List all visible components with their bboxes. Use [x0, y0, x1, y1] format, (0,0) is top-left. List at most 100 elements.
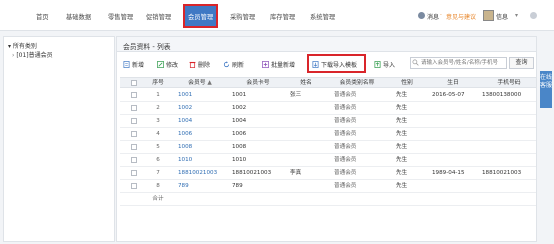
col-member-no[interactable]: 会员号 ▲ — [172, 78, 228, 88]
cell-member-no[interactable]: 18810021003 — [178, 167, 228, 179]
cell-gender: 先生 — [396, 118, 408, 124]
online-service-tab[interactable]: 在线客服 — [540, 71, 552, 108]
cell-gender: 先生 — [396, 183, 408, 189]
refresh-label: 刷新 — [232, 62, 245, 69]
download-template-highlight — [307, 54, 366, 73]
cell-name: 李真 — [290, 170, 302, 176]
cell-member-no[interactable]: 1004 — [178, 115, 228, 127]
sort-asc-icon: ▲ — [207, 80, 212, 86]
col-seq: 序号 — [152, 80, 164, 86]
new-label: 新增 — [132, 62, 145, 69]
table-row[interactable]: 7 18810021003 18810021003 李真 普通会员 先生 1989-04-1… — [120, 167, 536, 180]
nav-item-home[interactable]: 首页 — [36, 12, 49, 21]
table-row[interactable]: 6 1010 1010 普通会员 先生 — [120, 154, 536, 167]
member-list-panel: 会员资料 - 列表 新增 修改 删除 刷新 批量新增 下载导入模板 导入 请输入… — [116, 36, 537, 242]
new-button[interactable]: 新增 — [123, 59, 144, 70]
message-link[interactable]: 消息 — [427, 12, 439, 21]
row-checkbox[interactable] — [131, 157, 137, 163]
nav-item-purchase[interactable]: 采购管理 — [230, 12, 255, 21]
cell-birthday: 1989-04-15 — [432, 170, 465, 176]
cell-birthday: 2016-05-07 — [432, 92, 465, 98]
tree-item-regular-member[interactable]: › [01]普通会员 — [12, 50, 53, 59]
feedback-link[interactable]: 意见与建议 — [446, 12, 476, 21]
search-input[interactable] — [410, 57, 507, 69]
refresh-icon — [223, 61, 230, 68]
nav-item-retail[interactable]: 零售管理 — [108, 12, 133, 21]
cell-gender: 先生 — [396, 170, 408, 176]
panel-title: 会员资料 - 列表 — [123, 43, 171, 51]
cell-card-no: 18810021003 — [232, 170, 272, 176]
panel-header: 会员资料 - 列表 — [117, 37, 536, 52]
cell-gender: 先生 — [396, 105, 408, 111]
delete-label: 删除 — [198, 62, 211, 69]
cell-card-no: 1004 — [232, 118, 247, 124]
tree-root[interactable]: ▾ 所有类别 — [8, 41, 37, 50]
cell-category: 普通会员 — [334, 183, 357, 189]
search-icon — [412, 59, 419, 66]
refresh-button[interactable]: 刷新 — [223, 59, 244, 70]
cell-card-no: 789 — [232, 183, 243, 189]
import-label: 导入 — [383, 62, 396, 69]
user-menu-label[interactable]: 信息 — [496, 12, 508, 21]
cell-phone: 13800138000 — [482, 92, 522, 98]
top-nav-bar: 首页 基础数据 零售管理 促销管理 会员管理 采购管理 库存管理 系统管理 消息… — [0, 0, 554, 31]
import-button[interactable]: 导入 — [374, 59, 395, 70]
power-icon[interactable] — [530, 12, 537, 19]
cell-category: 普通会员 — [334, 157, 357, 163]
edit-icon — [157, 61, 164, 68]
cell-gender: 先生 — [396, 92, 408, 98]
row-checkbox[interactable] — [131, 92, 137, 98]
app-window: 首页 基础数据 零售管理 促销管理 会员管理 采购管理 库存管理 系统管理 消息… — [0, 0, 554, 244]
bell-icon[interactable] — [418, 12, 425, 19]
avatar[interactable] — [483, 10, 494, 21]
cell-gender: 先生 — [396, 157, 408, 163]
cell-member-no[interactable]: 789 — [178, 180, 228, 192]
row-checkbox[interactable] — [131, 131, 137, 137]
cell-seq: 7 — [156, 170, 160, 176]
cell-card-no: 1010 — [232, 157, 247, 163]
cell-seq: 3 — [156, 118, 160, 124]
cell-member-no[interactable]: 1008 — [178, 141, 228, 153]
edit-button[interactable]: 修改 — [157, 59, 178, 70]
table-row[interactable]: 1 1001 1001 张三 普通会员 先生 2016-05-07 13800138000 — [120, 89, 536, 102]
col-birthday: 生日 — [447, 80, 459, 86]
total-label: 合计 — [152, 196, 164, 202]
tree-item-label: [01]普通会员 — [16, 52, 53, 59]
nav-item-base-data[interactable]: 基础数据 — [66, 12, 91, 21]
cell-member-no[interactable]: 1001 — [178, 89, 228, 101]
delete-button[interactable]: 删除 — [189, 59, 210, 70]
table-row[interactable]: 3 1004 1004 普通会员 先生 — [120, 115, 536, 128]
nav-item-promotion[interactable]: 促销管理 — [146, 12, 171, 21]
cell-category: 普通会员 — [334, 144, 357, 150]
table-row[interactable]: 8 789 789 普通会员 先生 — [120, 180, 536, 193]
cell-phone: 18810021003 — [482, 170, 522, 176]
nav-item-system[interactable]: 系统管理 — [310, 12, 335, 21]
table-row[interactable]: 2 1002 1002 普通会员 先生 — [120, 102, 536, 115]
cell-member-no[interactable]: 1006 — [178, 128, 228, 140]
cell-seq: 5 — [156, 144, 160, 150]
nav-item-inventory[interactable]: 库存管理 — [270, 12, 295, 21]
cell-member-no[interactable]: 1010 — [178, 154, 228, 166]
row-checkbox[interactable] — [131, 144, 137, 150]
row-checkbox[interactable] — [131, 118, 137, 124]
cell-category: 普通会员 — [334, 118, 357, 124]
cell-member-no[interactable]: 1002 — [178, 102, 228, 114]
cell-card-no: 1001 — [232, 92, 247, 98]
nav-item-member[interactable]: 会员管理 — [182, 4, 219, 28]
row-checkbox[interactable] — [131, 183, 137, 189]
table-total-row: 合计 — [120, 193, 536, 206]
col-name: 姓名 — [300, 80, 312, 86]
table-row[interactable]: 5 1008 1008 普通会员 先生 — [120, 141, 536, 154]
select-all-checkbox[interactable] — [131, 80, 137, 86]
batch-add-button[interactable]: 批量新增 — [262, 59, 295, 70]
chevron-down-icon[interactable]: ▾ — [515, 12, 518, 19]
import-icon — [374, 61, 381, 68]
cell-category: 普通会员 — [334, 105, 357, 111]
row-checkbox[interactable] — [131, 105, 137, 111]
col-member-no-label: 会员号 — [188, 80, 206, 86]
row-checkbox[interactable] — [131, 170, 137, 176]
cell-seq: 6 — [156, 157, 160, 163]
col-phone: 手机号码 — [497, 80, 521, 86]
table-row[interactable]: 4 1006 1006 普通会员 先生 — [120, 128, 536, 141]
query-button[interactable]: 查询 — [509, 57, 534, 69]
